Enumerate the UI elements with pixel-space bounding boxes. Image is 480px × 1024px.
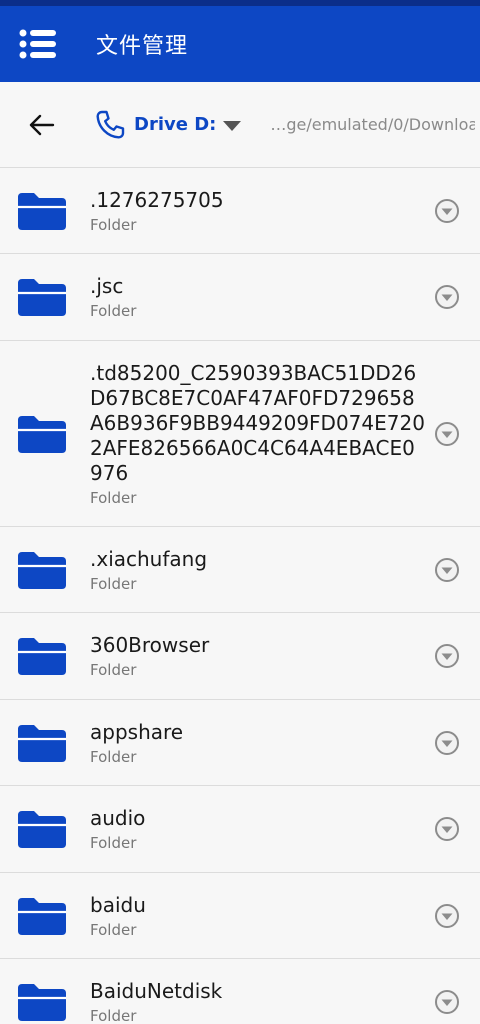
circle-chevron-down-icon[interactable] bbox=[434, 816, 460, 842]
file-row[interactable]: .jsc Folder bbox=[0, 254, 480, 341]
file-type: Folder bbox=[90, 1006, 137, 1024]
file-row[interactable]: 360Browser Folder bbox=[0, 613, 480, 700]
file-name: 360Browser bbox=[90, 633, 210, 657]
folder-icon bbox=[18, 638, 66, 675]
folder-icon bbox=[18, 192, 66, 230]
circle-chevron-down-icon[interactable] bbox=[434, 989, 460, 1015]
circle-chevron-down-icon[interactable] bbox=[434, 557, 460, 583]
menu-list-icon bbox=[19, 29, 56, 59]
drive-label: Drive D: bbox=[134, 114, 217, 135]
circle-chevron-down-icon[interactable] bbox=[434, 903, 460, 929]
folder-icon bbox=[18, 279, 66, 316]
circle-chevron-down-icon[interactable] bbox=[434, 730, 460, 756]
file-name: .td85200_C2590393BAC51DD26D67BC8E7C0AF47… bbox=[90, 360, 425, 485]
path-bar: Drive D: …ge/emulated/0/Download bbox=[0, 82, 480, 168]
folder-icon bbox=[18, 983, 66, 1021]
folder-icon bbox=[18, 897, 66, 935]
file-name: appshare bbox=[90, 719, 184, 744]
file-name: audio bbox=[90, 806, 146, 830]
file-name: baidu bbox=[90, 892, 146, 917]
drive-selector[interactable]: Drive D: bbox=[94, 109, 242, 141]
file-text: 360Browser Folder bbox=[90, 633, 426, 679]
folder-icon bbox=[18, 811, 66, 848]
menu-button[interactable] bbox=[18, 28, 58, 60]
file-name: .1276275705 bbox=[90, 187, 224, 212]
file-name: .jsc bbox=[90, 274, 124, 298]
folder-icon bbox=[18, 415, 66, 453]
folder-icon bbox=[18, 551, 66, 589]
back-button[interactable] bbox=[20, 103, 64, 147]
circle-chevron-down-icon[interactable] bbox=[434, 643, 460, 669]
app-bar: 文件管理 bbox=[0, 6, 480, 82]
current-path: …ge/emulated/0/Download bbox=[270, 115, 476, 134]
caret-down-icon bbox=[223, 120, 242, 131]
circle-chevron-down-icon[interactable] bbox=[434, 198, 460, 224]
file-type: Folder bbox=[90, 302, 137, 320]
file-type: Folder bbox=[90, 661, 137, 679]
circle-chevron-down-icon[interactable] bbox=[434, 421, 460, 447]
file-text: appshare Folder bbox=[90, 720, 426, 766]
folder-icon bbox=[18, 724, 66, 762]
file-row[interactable]: .1276275705 Folder bbox=[0, 168, 480, 254]
file-row[interactable]: baidu Folder bbox=[0, 873, 480, 959]
file-row[interactable]: .td85200_C2590393BAC51DD26D67BC8E7C0AF47… bbox=[0, 341, 480, 527]
circle-chevron-down-icon[interactable] bbox=[434, 284, 460, 310]
phone-icon bbox=[96, 110, 125, 139]
file-text: .1276275705 Folder bbox=[90, 188, 426, 234]
arrow-left-icon bbox=[29, 114, 55, 135]
file-text: BaiduNetdisk Folder bbox=[90, 979, 426, 1024]
file-row[interactable]: audio Folder bbox=[0, 786, 480, 873]
file-name: BaiduNetdisk bbox=[90, 978, 223, 1003]
file-type: Folder bbox=[90, 488, 137, 507]
file-type: Folder bbox=[90, 834, 137, 852]
app-title: 文件管理 bbox=[96, 34, 189, 59]
file-type: Folder bbox=[90, 574, 137, 593]
file-type: Folder bbox=[90, 215, 137, 234]
file-name: .xiachufang bbox=[90, 546, 208, 571]
file-row[interactable]: appshare Folder bbox=[0, 700, 480, 786]
file-row[interactable]: .xiachufang Folder bbox=[0, 527, 480, 613]
file-text: .jsc Folder bbox=[90, 274, 426, 320]
file-type: Folder bbox=[90, 747, 137, 766]
file-list: .1276275705 Folder .jsc Folder .td85200_… bbox=[0, 168, 480, 1024]
file-text: .xiachufang Folder bbox=[90, 547, 426, 593]
file-text: .td85200_C2590393BAC51DD26D67BC8E7C0AF47… bbox=[90, 361, 426, 507]
file-row[interactable]: BaiduNetdisk Folder bbox=[0, 959, 480, 1024]
file-text: baidu Folder bbox=[90, 893, 426, 939]
file-text: audio Folder bbox=[90, 806, 426, 852]
file-type: Folder bbox=[90, 920, 137, 939]
